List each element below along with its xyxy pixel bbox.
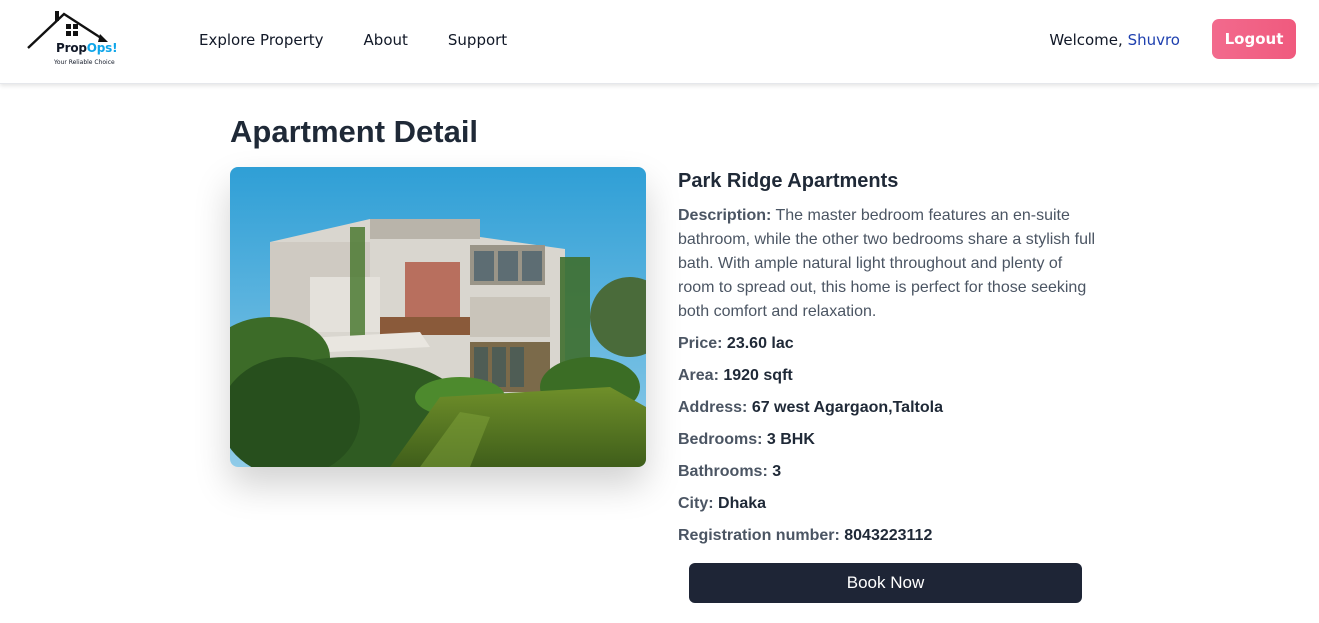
nav-about[interactable]: About [364, 31, 408, 49]
main-nav: Explore Property About Support [199, 31, 507, 49]
brand-logo[interactable]: PropOps! Your Reliable Choice [26, 8, 126, 70]
property-details: Park Ridge Apartments Description: The m… [678, 170, 1098, 556]
property-description: Description: The master bedroom features… [678, 204, 1098, 324]
user-name: Shuvro [1127, 31, 1180, 49]
detail-label: Bathrooms: [678, 463, 768, 480]
description-label: Description: [678, 207, 772, 224]
logout-button[interactable]: Logout [1212, 19, 1296, 59]
detail-row-area: Area: 1920 sqft [678, 364, 1098, 388]
detail-value: 1920 sqft [723, 367, 793, 384]
top-navbar: PropOps! Your Reliable Choice Explore Pr… [0, 0, 1319, 84]
property-name: Park Ridge Apartments [678, 170, 899, 192]
detail-row-registration: Registration number: 8043223112 [678, 524, 1098, 548]
book-now-button[interactable]: Book Now [689, 563, 1082, 603]
detail-label: Address: [678, 399, 748, 416]
detail-row-bathrooms: Bathrooms: 3 [678, 460, 1098, 484]
detail-row-city: City: Dhaka [678, 492, 1098, 516]
welcome-prefix: Welcome, [1049, 31, 1128, 49]
detail-row-price: Price: 23.60 lac [678, 332, 1098, 356]
detail-row-address: Address: 67 west Agargaon,Taltola [678, 396, 1098, 420]
nav-explore-property[interactable]: Explore Property [199, 31, 324, 49]
detail-label: City: [678, 495, 714, 512]
nav-support[interactable]: Support [448, 31, 507, 49]
detail-value: 23.60 lac [726, 335, 794, 352]
page-title: Apartment Detail [230, 114, 479, 149]
brand-name: PropOps! [56, 41, 118, 55]
brand-tagline: Your Reliable Choice [54, 59, 115, 66]
detail-value: Dhaka [718, 495, 767, 512]
property-image [230, 167, 646, 467]
detail-value: 3 [772, 463, 782, 480]
detail-row-bedrooms: Bedrooms: 3 BHK [678, 428, 1098, 452]
welcome-message: Welcome, Shuvro [1049, 31, 1180, 49]
detail-value: 8043223112 [844, 527, 933, 544]
detail-label: Bedrooms: [678, 431, 763, 448]
detail-label: Price: [678, 335, 723, 352]
detail-value: 67 west Agargaon,Taltola [751, 399, 943, 416]
detail-label: Registration number: [678, 527, 840, 544]
detail-label: Area: [678, 367, 719, 384]
property-photo [230, 167, 646, 467]
detail-value: 3 BHK [766, 431, 815, 448]
